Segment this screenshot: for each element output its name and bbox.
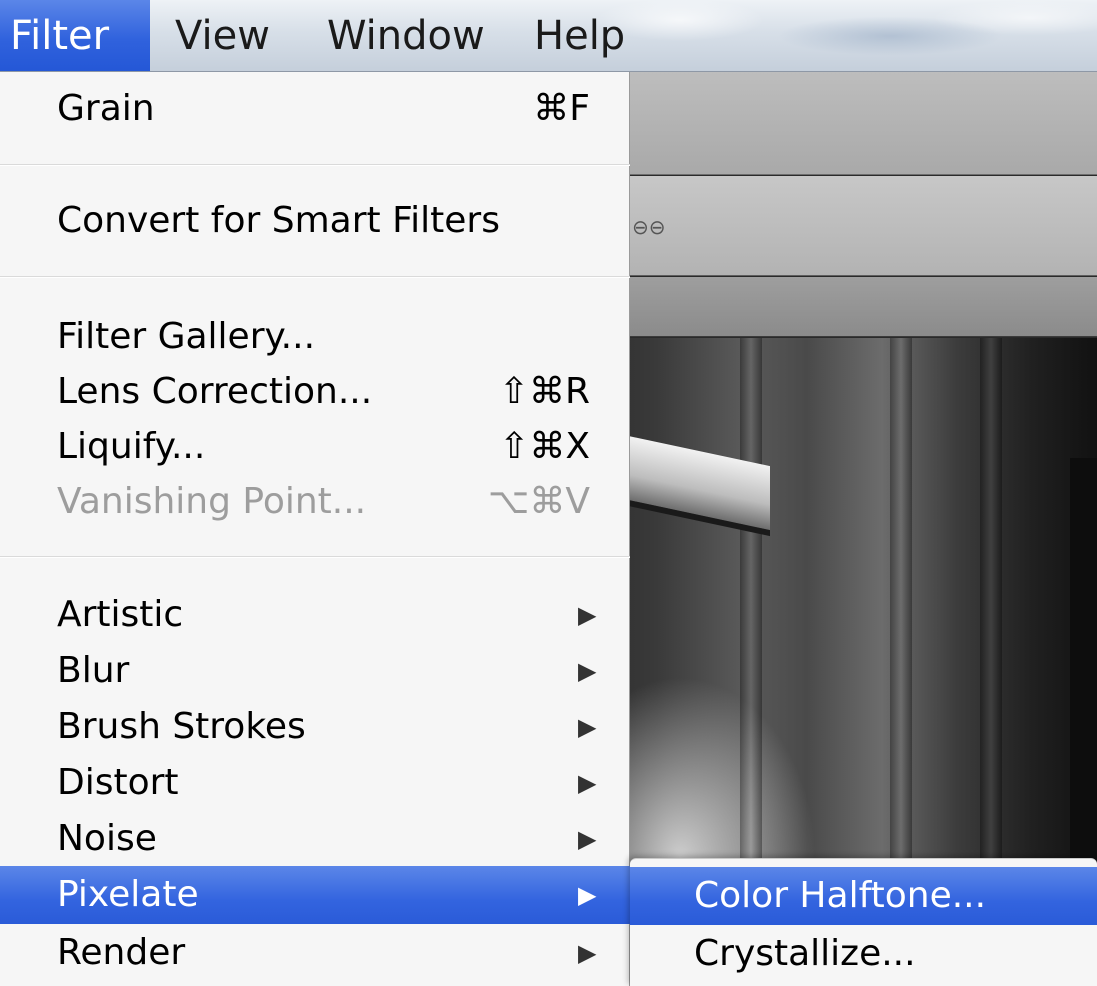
app-toolbar [630, 72, 1097, 175]
submenu-arrow-icon: ▶ [578, 939, 597, 967]
pixelate-submenu: Color Halftone... Crystallize... [630, 858, 1097, 986]
menu-separator [0, 556, 630, 558]
menu-item-shortcut: ⇧⌘R [498, 371, 590, 412]
menubar-background [560, 0, 1097, 71]
submenu-item-crystallize[interactable]: Crystallize... [630, 925, 1097, 983]
menu-item-vanishing-point: Vanishing Point... ⌥⌘V [0, 473, 630, 531]
menu-item-label: Vanishing Point... [57, 481, 367, 522]
menu-item-shortcut: ⌘F [533, 88, 590, 129]
submenu-arrow-icon: ▶ [578, 769, 597, 797]
submenu-arrow-icon: ▶ [578, 713, 597, 741]
submenu-item-label: Color Halftone... [694, 875, 987, 916]
menu-item-convert-for-smart-filters[interactable]: Convert for Smart Filters [0, 192, 630, 250]
menu-item-artistic[interactable]: Artistic ▶ [0, 586, 630, 644]
menu-item-label: Artistic [57, 594, 184, 635]
submenu-item-label: Crystallize... [694, 933, 916, 974]
submenu-arrow-icon: ▶ [578, 825, 597, 853]
menu-item-grain[interactable]: Grain ⌘F [0, 80, 630, 138]
document-tab-bar [630, 277, 1097, 337]
menu-item-render[interactable]: Render ▶ [0, 924, 630, 982]
menu-item-label: Filter Gallery... [57, 316, 316, 357]
menu-item-brush-strokes[interactable]: Brush Strokes ▶ [0, 698, 630, 756]
menu-window[interactable]: Window [320, 0, 495, 71]
menu-item-label: Lens Correction... [57, 371, 373, 412]
menu-item-pixelate[interactable]: Pixelate ▶ [0, 866, 630, 924]
filter-menu: Grain ⌘F Convert for Smart Filters Filte… [0, 72, 630, 986]
submenu-arrow-icon: ▶ [578, 657, 597, 685]
menu-item-label: Convert for Smart Filters [57, 200, 500, 241]
submenu-arrow-icon: ▶ [578, 601, 597, 629]
options-bar [630, 176, 1097, 276]
menu-item-label: Pixelate [57, 874, 199, 915]
menu-item-liquify[interactable]: Liquify... ⇧⌘X [0, 418, 630, 476]
menu-item-distort[interactable]: Distort ▶ [0, 754, 630, 812]
submenu-item-color-halftone[interactable]: Color Halftone... [630, 867, 1097, 925]
menu-item-shortcut: ⌥⌘V [487, 481, 590, 522]
menu-item-label: Render [57, 932, 186, 973]
menu-item-label: Blur [57, 650, 130, 691]
menu-item-noise[interactable]: Noise ▶ [0, 810, 630, 868]
menu-item-filter-gallery[interactable]: Filter Gallery... [0, 308, 630, 366]
submenu-arrow-icon: ▶ [578, 881, 597, 909]
menu-item-label: Noise [57, 818, 157, 859]
menu-item-lens-correction[interactable]: Lens Correction... ⇧⌘R [0, 363, 630, 421]
menu-item-label: Grain [57, 88, 155, 129]
menu-view[interactable]: View [168, 0, 288, 71]
link-icon[interactable]: ⊖⊖ [632, 216, 668, 238]
menu-item-blur[interactable]: Blur ▶ [0, 642, 630, 700]
menu-item-shortcut: ⇧⌘X [499, 426, 590, 467]
menu-separator [0, 164, 630, 166]
menu-item-label: Distort [57, 762, 179, 803]
menu-help[interactable]: Help [527, 0, 632, 71]
menu-item-label: Liquify... [57, 426, 206, 467]
menu-filter[interactable]: Filter [0, 0, 150, 71]
menu-item-label: Brush Strokes [57, 706, 306, 747]
menu-separator [0, 276, 630, 278]
menu-bar: Filter View Window Help [0, 0, 1097, 72]
